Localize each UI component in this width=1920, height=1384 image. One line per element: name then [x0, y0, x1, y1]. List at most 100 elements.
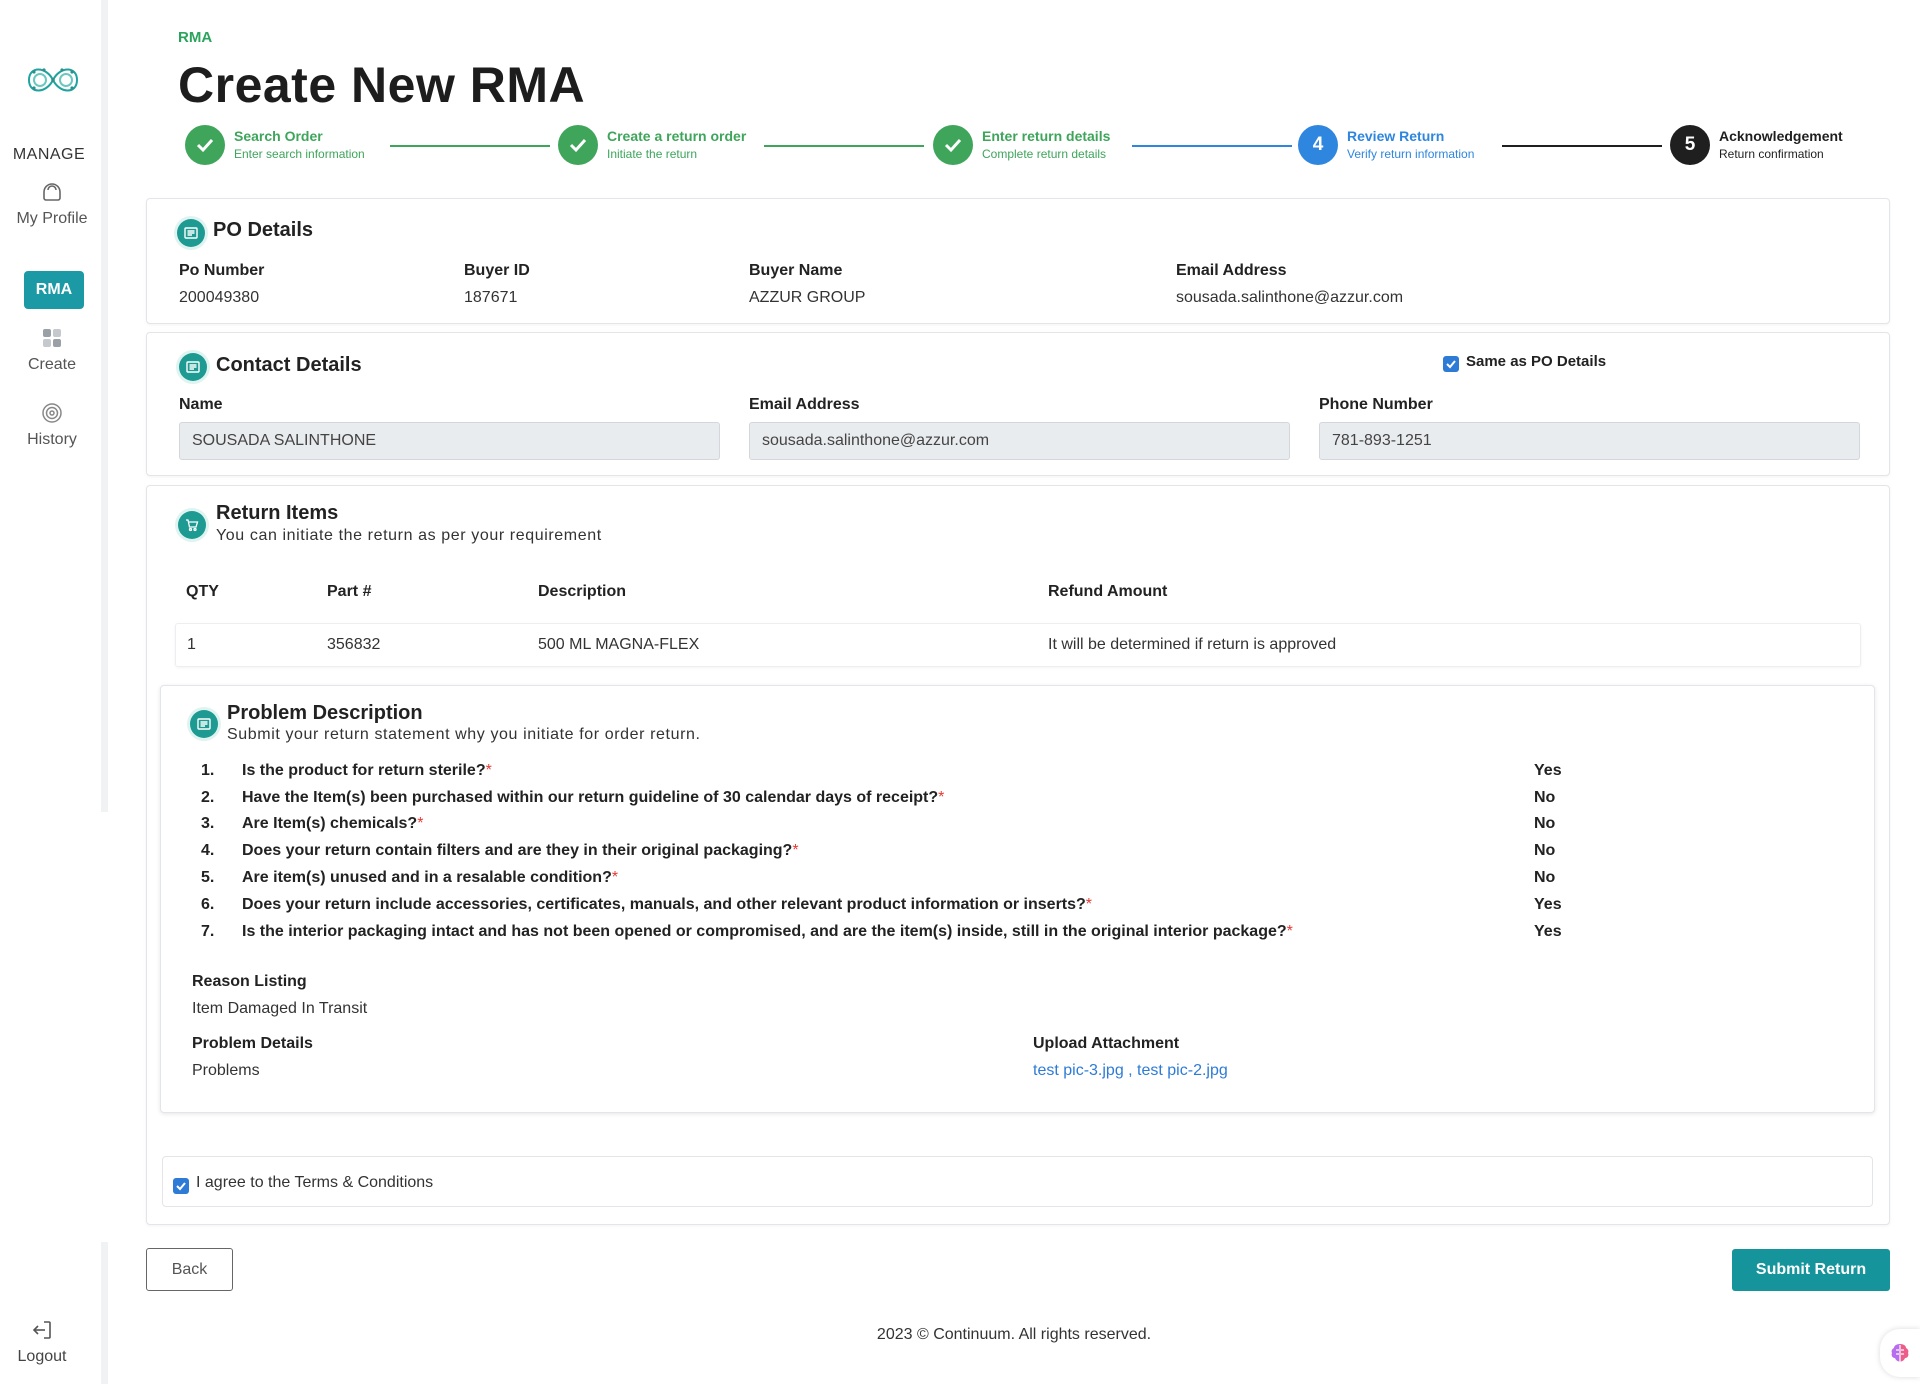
cart-icon: [178, 511, 206, 539]
step-connector: [764, 145, 924, 147]
problem-description-title: Problem Description: [227, 702, 423, 724]
step-connector: [390, 145, 550, 147]
document-icon: [190, 710, 218, 738]
contact-email-label: Email Address: [749, 396, 860, 413]
sidebar-item-history[interactable]: History: [0, 401, 104, 449]
step-title: Acknowledgement: [1719, 128, 1843, 144]
problem-details-label: Problem Details: [192, 1035, 313, 1052]
po-details-title: PO Details: [213, 219, 314, 241]
required-marker: *: [792, 842, 799, 859]
question-answer: No: [1534, 815, 1556, 832]
contact-details-title: Contact Details: [216, 354, 362, 376]
check-icon: [933, 125, 973, 165]
required-marker: *: [1286, 923, 1293, 940]
question-answer: No: [1534, 789, 1556, 806]
submit-return-button[interactable]: Submit Return: [1732, 1249, 1890, 1291]
question-number: 6.: [201, 896, 215, 913]
question-number: 7.: [201, 923, 215, 940]
contact-name-field[interactable]: SOUSADA SALINTHONE: [179, 422, 720, 460]
question-text: Are item(s) unused and in a resalable co…: [242, 869, 618, 887]
manage-section-label: MANAGE: [12, 146, 86, 163]
problem-details-value: Problems: [192, 1062, 260, 1079]
assistant-button[interactable]: [1880, 1329, 1920, 1377]
sidebar-item-label: Create: [27, 356, 77, 373]
sidebar-item-create[interactable]: Create: [0, 326, 104, 374]
history-icon: [42, 403, 62, 423]
question-answer: Yes: [1534, 762, 1562, 779]
sidebar-item-rma[interactable]: RMA: [24, 271, 84, 309]
terms-box: I agree to the Terms & Conditions: [162, 1156, 1873, 1207]
terms-label[interactable]: I agree to the Terms & Conditions: [196, 1174, 433, 1192]
required-marker: *: [938, 789, 945, 806]
question-text: Does your return include accessories, ce…: [242, 896, 1092, 914]
question-text: Is the product for return sterile?*: [242, 762, 492, 780]
logout-label: Logout: [17, 1348, 67, 1365]
question-label: Does your return include accessories, ce…: [242, 896, 1086, 913]
document-icon: [177, 219, 205, 247]
sidebar-item-label: History: [27, 431, 77, 448]
required-marker: *: [485, 762, 492, 779]
col-header-refund: Refund Amount: [1048, 583, 1168, 600]
question-label: Is the product for return sterile?: [242, 762, 486, 779]
question-label: Are Item(s) chemicals?: [242, 815, 418, 832]
email-value: sousada.salinthone@azzur.com: [1176, 289, 1404, 306]
step-number: 4: [1298, 125, 1338, 165]
check-icon: [185, 125, 225, 165]
profile-icon: [43, 183, 61, 201]
question-label: Does your return contain filters and are…: [242, 842, 793, 859]
return-items-title: Return Items: [216, 502, 339, 524]
step-subtitle: Initiate the return: [607, 147, 698, 161]
footer-copyright: 2023 © Continuum. All rights reserved.: [876, 1326, 1152, 1343]
col-header-qty: QTY: [186, 583, 219, 600]
return-items-subtitle: You can initiate the return as per your …: [216, 527, 602, 544]
sidebar-bottom: Logout: [0, 1242, 108, 1384]
problem-description-subtitle: Submit your return statement why you ini…: [227, 726, 701, 743]
question-number: 1.: [201, 762, 215, 779]
logo-icon: [27, 68, 79, 92]
step-search-order: Search Order Enter search information: [185, 125, 365, 165]
breadcrumb[interactable]: RMA: [178, 29, 212, 46]
step-number: 5: [1670, 125, 1710, 165]
reason-listing-label: Reason Listing: [192, 973, 307, 990]
required-marker: *: [417, 815, 424, 832]
document-icon: [179, 353, 207, 381]
step-enter-return-details: Enter return details Complete return det…: [933, 125, 1110, 165]
buyer-name-label: Buyer Name: [749, 262, 843, 279]
question-text: Have the Item(s) been purchased within o…: [242, 789, 944, 807]
required-marker: *: [611, 869, 619, 886]
step-title: Create a return order: [607, 128, 747, 144]
email-label: Email Address: [1176, 262, 1287, 279]
step-title: Search Order: [234, 128, 323, 144]
same-as-po-checkbox[interactable]: [1443, 356, 1459, 372]
question-number: 2.: [201, 789, 215, 806]
contact-name-label: Name: [179, 396, 223, 413]
step-review-return: 4 Review Return Verify return informatio…: [1298, 125, 1474, 165]
question-text: Does your return contain filters and are…: [242, 842, 799, 860]
question-answer: No: [1534, 869, 1556, 886]
phone-field[interactable]: 781-893-1251: [1319, 422, 1860, 460]
question-number: 4.: [201, 842, 215, 859]
sidebar-item-my-profile[interactable]: My Profile: [0, 180, 104, 228]
question-answer: No: [1534, 842, 1556, 859]
attachment-links[interactable]: test pic-3.jpg , test pic-2.jpg: [1033, 1062, 1228, 1080]
question-number: 3.: [201, 815, 215, 832]
step-acknowledgement: 5 Acknowledgement Return confirmation: [1670, 125, 1843, 165]
po-number-value: 200049380: [179, 289, 260, 306]
buyer-name-value: AZZUR GROUP: [749, 289, 866, 306]
check-icon: [558, 125, 598, 165]
buyer-id-value: 187671: [464, 289, 518, 306]
step-title: Enter return details: [982, 128, 1111, 144]
upload-attachment-label: Upload Attachment: [1033, 1035, 1180, 1052]
contact-details-card: Contact Details Same as PO Details Name …: [146, 332, 1890, 476]
sidebar: MANAGE My Profile RMA Create History: [0, 0, 108, 812]
back-button[interactable]: Back: [146, 1248, 233, 1291]
same-as-po-label[interactable]: Same as PO Details: [1466, 353, 1606, 370]
step-connector: [1132, 145, 1292, 147]
question-text: Are Item(s) chemicals?*: [242, 815, 423, 833]
col-header-part: Part #: [327, 583, 372, 600]
step-subtitle: Enter search information: [234, 147, 365, 161]
terms-checkbox[interactable]: [173, 1178, 189, 1194]
question-answer: Yes: [1534, 923, 1562, 940]
question-number: 5.: [201, 869, 215, 886]
contact-email-field[interactable]: sousada.salinthone@azzur.com: [749, 422, 1290, 460]
